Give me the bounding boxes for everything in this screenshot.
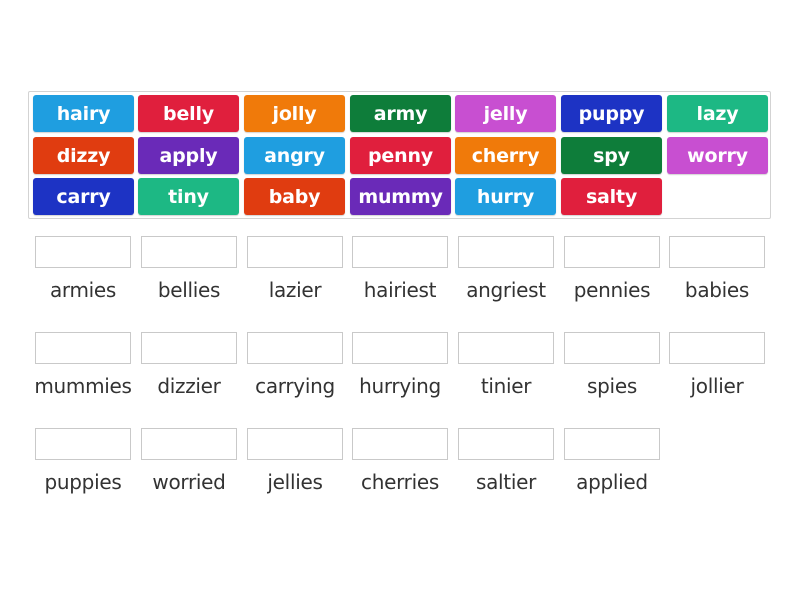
word-tile-jolly[interactable]: jolly (244, 95, 345, 132)
target-word-label: lazier (268, 278, 322, 302)
drop-slot[interactable] (669, 236, 765, 268)
target-word-label: tinier (480, 374, 532, 398)
match-target: babies (669, 236, 765, 316)
drop-slot[interactable] (247, 428, 343, 460)
word-tile-salty[interactable]: salty (561, 178, 662, 215)
match-target: worried (141, 428, 237, 508)
drop-slot[interactable] (141, 236, 237, 268)
match-target: dizzier (141, 332, 237, 412)
match-target: bellies (141, 236, 237, 316)
target-word-label: mummies (34, 374, 132, 398)
drop-slot[interactable] (458, 236, 554, 268)
word-tile-lazy[interactable]: lazy (667, 95, 768, 132)
word-tile-tray: hairy belly jolly army jelly puppy lazy dizzy ap… (28, 91, 771, 219)
word-tile-hairy[interactable]: hairy (33, 95, 134, 132)
word-tile-spy[interactable]: spy (561, 137, 662, 174)
match-target: pennies (564, 236, 660, 316)
match-target: applied (564, 428, 660, 508)
match-target: tinier (458, 332, 554, 412)
target-word-label: jollier (690, 374, 744, 398)
target-word-label: dizzier (157, 374, 221, 398)
target-word-label: spies (587, 374, 637, 398)
drop-slot[interactable] (141, 428, 237, 460)
word-tile-carry[interactable]: carry (33, 178, 134, 215)
word-tile-army[interactable]: army (350, 95, 451, 132)
match-target: hurrying (352, 332, 448, 412)
drop-slot[interactable] (35, 428, 131, 460)
target-word-label: hurrying (359, 374, 441, 398)
word-tile-penny[interactable]: penny (350, 137, 451, 174)
target-word-label: bellies (157, 278, 221, 302)
word-tile-apply[interactable]: apply (138, 137, 239, 174)
drop-slot[interactable] (35, 236, 131, 268)
target-word-label: cherries (361, 470, 439, 494)
drop-slot[interactable] (669, 332, 765, 364)
target-word-label: hairiest (363, 278, 437, 302)
drop-slot[interactable] (35, 332, 131, 364)
match-target: lazier (247, 236, 343, 316)
match-target: saltier (458, 428, 554, 508)
drop-slot[interactable] (564, 428, 660, 460)
target-word-label: jellies (267, 470, 323, 494)
word-tile-baby[interactable]: baby (244, 178, 345, 215)
match-target: jellies (247, 428, 343, 508)
word-tile-angry[interactable]: angry (244, 137, 345, 174)
match-target: mummies (34, 332, 132, 412)
target-word-label: worried (152, 470, 226, 494)
match-target: carrying (247, 332, 343, 412)
match-target: hairiest (352, 236, 448, 316)
match-target: puppies (35, 428, 131, 508)
drop-slot[interactable] (141, 332, 237, 364)
drop-slot[interactable] (352, 332, 448, 364)
drop-slot[interactable] (458, 428, 554, 460)
target-word-label: applied (576, 470, 648, 494)
match-target: cherries (352, 428, 448, 508)
match-target: angriest (458, 236, 554, 316)
word-tile-mummy[interactable]: mummy (350, 178, 451, 215)
word-tile-jelly[interactable]: jelly (455, 95, 556, 132)
drop-slot[interactable] (247, 332, 343, 364)
target-word-label: armies (49, 278, 117, 302)
drop-slot[interactable] (352, 236, 448, 268)
word-tile-cherry[interactable]: cherry (455, 137, 556, 174)
word-tile-puppy[interactable]: puppy (561, 95, 662, 132)
target-word-label: carrying (255, 374, 335, 398)
word-tile-tiny[interactable]: tiny (138, 178, 239, 215)
target-word-label: angriest (466, 278, 546, 302)
drop-slot[interactable] (458, 332, 554, 364)
drop-slot[interactable] (564, 332, 660, 364)
drop-slot[interactable] (352, 428, 448, 460)
match-target: jollier (669, 332, 765, 412)
match-target: spies (564, 332, 660, 412)
word-tile-hurry[interactable]: hurry (455, 178, 556, 215)
target-word-label: babies (684, 278, 750, 302)
drop-slot[interactable] (564, 236, 660, 268)
target-word-label: pennies (573, 278, 651, 302)
target-word-label: saltier (475, 470, 537, 494)
match-target: armies (35, 236, 131, 316)
word-tile-dizzy[interactable]: dizzy (33, 137, 134, 174)
drop-slot[interactable] (247, 236, 343, 268)
target-word-label: puppies (44, 470, 122, 494)
word-tile-belly[interactable]: belly (138, 95, 239, 132)
word-tile-worry[interactable]: worry (667, 137, 768, 174)
